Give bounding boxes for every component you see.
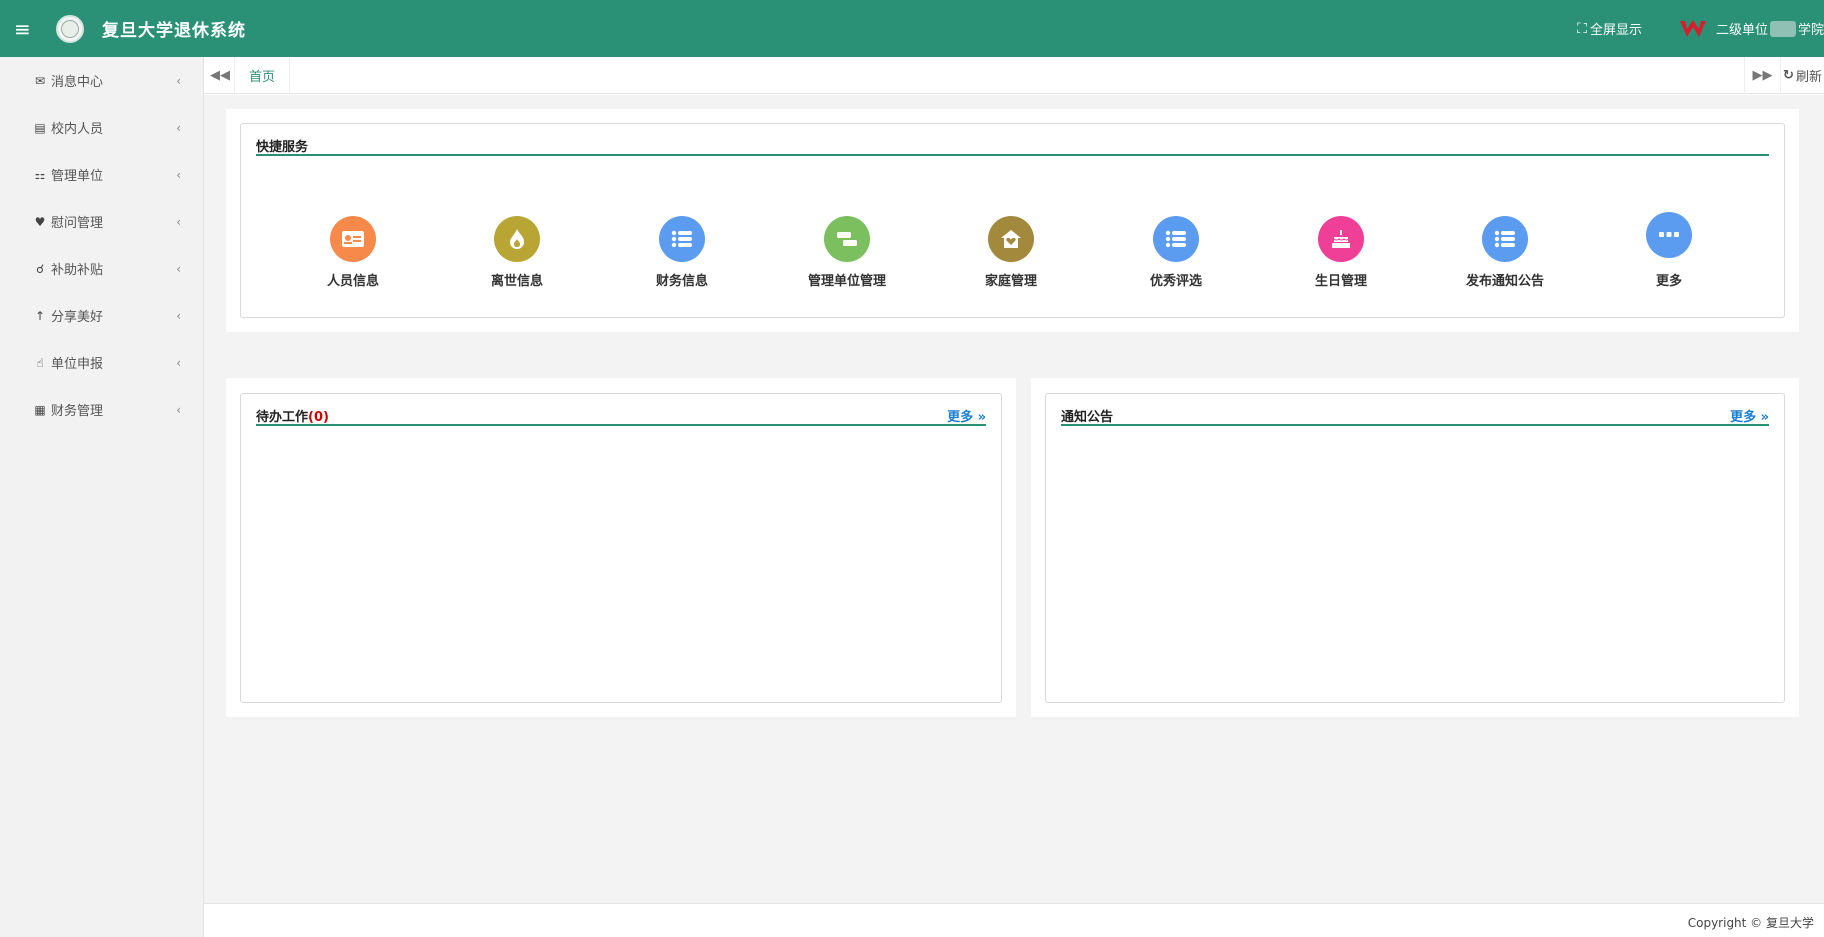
quick-item-family-management[interactable]: 家庭管理 xyxy=(951,216,1071,289)
sidebar-item-messages[interactable]: ✉ 消息中心 ‹ xyxy=(0,57,203,104)
university-logo xyxy=(56,14,84,43)
sidebar-item-share[interactable]: ↑ 分享美好 ‹ xyxy=(0,292,203,339)
quick-item-label: 家庭管理 xyxy=(984,274,1037,289)
scroll-tabs-left-icon[interactable]: ◀◀ xyxy=(210,68,234,83)
envelope-icon: ✉ xyxy=(34,73,46,88)
quick-item-label: 人员信息 xyxy=(326,274,379,289)
sidebar-item-label: 分享美好 xyxy=(51,310,104,325)
chevron-left-icon: ‹ xyxy=(176,402,181,417)
todo-count: (0) xyxy=(308,410,329,425)
ellipsis-icon xyxy=(1646,212,1692,258)
home-heart-icon xyxy=(988,216,1034,262)
unit-selector[interactable]: 二级单位 学院 xyxy=(1716,19,1824,38)
footer: Copyright © 复旦大学 xyxy=(204,903,1824,937)
org-chart-icon xyxy=(824,216,870,262)
chevron-left-icon: ‹ xyxy=(176,73,181,88)
quick-item-birthday-management[interactable]: 生日管理 xyxy=(1281,216,1401,289)
unit-prefix: 二级单位 xyxy=(1715,23,1768,38)
quick-item-label: 更多 xyxy=(1655,274,1682,289)
unit-logo-icon xyxy=(1679,19,1706,37)
chevron-left-icon: ‹ xyxy=(176,214,181,229)
birthday-cake-icon xyxy=(1318,216,1364,262)
list-icon xyxy=(1153,216,1199,262)
chevron-left-icon: ‹ xyxy=(176,120,181,135)
refresh-button[interactable]: ↻ 刷新 xyxy=(1780,57,1824,94)
quick-item-label: 离世信息 xyxy=(490,274,543,289)
fullscreen-button[interactable]: ⛶ 全屏显示 xyxy=(1577,19,1642,39)
sidebar-item-report[interactable]: ☝ 单位申报 ‹ xyxy=(0,339,203,386)
quick-services-list: 人员信息 离世信息 财务信息 管理单位管理 家庭管理 优秀评选 生日管理 发布通… xyxy=(241,212,1784,306)
heartbeat-icon: ♥ xyxy=(34,214,46,229)
notice-more-link[interactable]: 更多 » xyxy=(1730,406,1769,425)
sidebar-item-condolence[interactable]: ♥ 慰问管理 ‹ xyxy=(0,198,203,245)
quick-item-label: 财务信息 xyxy=(655,274,708,289)
quick-item-label: 发布通知公告 xyxy=(1465,274,1544,289)
sidebar-item-label: 单位申报 xyxy=(51,357,104,372)
todo-card: 待办工作(0) 更多 » xyxy=(240,393,1002,703)
sidebar-item-staff[interactable]: ▤ 校内人员 ‹ xyxy=(0,104,203,151)
quick-item-excellence-selection[interactable]: 优秀评选 xyxy=(1116,216,1236,289)
quick-item-finance-info[interactable]: 财务信息 xyxy=(622,216,742,289)
hands-icon: ☌ xyxy=(35,261,45,276)
quick-services-panel: 快捷服务 人员信息 离世信息 财务信息 管理单位管理 家庭管理 优秀评选 生日管… xyxy=(226,109,1799,332)
calculator-icon: ▦ xyxy=(34,402,46,417)
quick-services-card: 快捷服务 人员信息 离世信息 财务信息 管理单位管理 家庭管理 优秀评选 生日管… xyxy=(240,123,1785,318)
sidebar-item-units[interactable]: ⚏ 管理单位 ‹ xyxy=(0,151,203,198)
todo-panel: 待办工作(0) 更多 » xyxy=(226,378,1016,717)
fullscreen-label: 全屏显示 xyxy=(1589,23,1642,38)
unit-suffix: 学院 xyxy=(1797,23,1824,38)
id-card-icon xyxy=(330,216,376,262)
quick-services-header: 快捷服务 xyxy=(256,136,1769,156)
quick-item-deceased-info[interactable]: 离世信息 xyxy=(457,216,577,289)
sidebar-item-subsidy[interactable]: ☌ 补助补贴 ‹ xyxy=(0,245,203,292)
sidebar-item-label: 财务管理 xyxy=(51,404,104,419)
redacted-text xyxy=(1769,20,1796,37)
list-icon xyxy=(1482,216,1528,262)
main-content: 快捷服务 人员信息 离世信息 财务信息 管理单位管理 家庭管理 优秀评选 生日管… xyxy=(204,95,1824,903)
sidebar-item-label: 慰问管理 xyxy=(51,216,104,231)
arrow-up-icon: ↑ xyxy=(34,308,46,323)
sidebar-item-label: 管理单位 xyxy=(51,169,104,184)
hand-pointer-icon: ☝ xyxy=(36,355,44,370)
quick-item-publish-notice[interactable]: 发布通知公告 xyxy=(1445,216,1565,289)
chevron-left-icon: ‹ xyxy=(176,355,181,370)
tab-home[interactable]: 首页 xyxy=(234,57,291,93)
quick-item-staff-info[interactable]: 人员信息 xyxy=(293,216,413,289)
sidebar-item-label: 补助补贴 xyxy=(51,263,104,278)
list-icon xyxy=(659,216,705,262)
notice-title: 通知公告 xyxy=(1061,410,1114,425)
sidebar-item-label: 消息中心 xyxy=(51,75,104,90)
top-header: ≡ 复旦大学退休系统 ⛶ 全屏显示 二级单位 学院 xyxy=(0,0,1824,57)
sidebar: ✉ 消息中心 ‹ ▤ 校内人员 ‹ ⚏ 管理单位 ‹ ♥ 慰问管理 ‹ ☌ 补助… xyxy=(0,57,204,937)
chevron-left-icon: ‹ xyxy=(176,261,181,276)
scroll-tabs-right-icon[interactable]: ▶▶ xyxy=(1744,57,1780,94)
chevron-left-icon: ‹ xyxy=(176,167,181,182)
todo-more-link[interactable]: 更多 » xyxy=(947,406,986,425)
quick-services-title: 快捷服务 xyxy=(256,140,309,155)
tab-bar: ◀◀ 首页 ▶▶ ↻ 刷新 xyxy=(204,57,1824,94)
menu-toggle-icon[interactable]: ≡ xyxy=(14,19,36,39)
refresh-label: 刷新 xyxy=(1795,70,1822,85)
copyright-text: Copyright © 复旦大学 xyxy=(1687,916,1814,930)
quick-item-label: 优秀评选 xyxy=(1149,274,1202,289)
chevron-left-icon: ‹ xyxy=(176,308,181,323)
todo-title: 待办工作 xyxy=(256,410,309,425)
todo-header: 待办工作(0) 更多 » xyxy=(256,406,986,426)
fire-icon xyxy=(494,216,540,262)
id-card-icon: ▤ xyxy=(34,120,46,135)
sitemap-icon: ⚏ xyxy=(34,167,46,182)
app-title: 复旦大学退休系统 xyxy=(102,21,246,41)
quick-item-unit-management[interactable]: 管理单位管理 xyxy=(787,216,907,289)
expand-icon: ⛶ xyxy=(1577,20,1587,37)
quick-item-label: 管理单位管理 xyxy=(807,274,886,289)
quick-item-label: 生日管理 xyxy=(1314,274,1367,289)
notice-panel: 通知公告 更多 » xyxy=(1031,378,1799,717)
quick-item-more[interactable]: 更多 xyxy=(1609,212,1729,289)
sidebar-item-finance[interactable]: ▦ 财务管理 ‹ xyxy=(0,386,203,433)
sidebar-item-label: 校内人员 xyxy=(51,122,104,137)
refresh-icon: ↻ xyxy=(1783,68,1794,83)
notice-card: 通知公告 更多 » xyxy=(1045,393,1785,703)
notice-header: 通知公告 更多 » xyxy=(1061,406,1769,426)
